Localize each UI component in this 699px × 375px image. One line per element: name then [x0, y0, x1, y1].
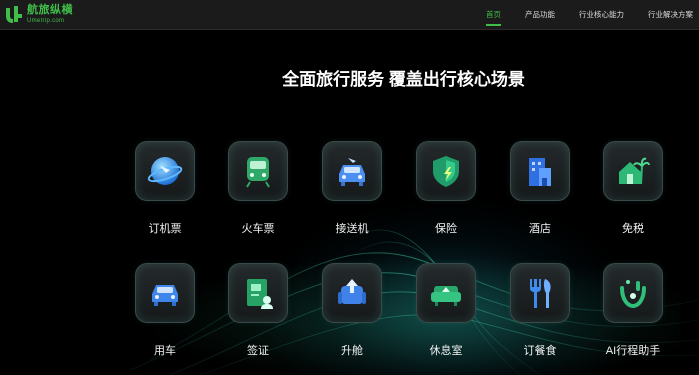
service-car-rental[interactable]: 用车 [134, 263, 196, 358]
service-hotel[interactable]: 酒店 [509, 141, 571, 236]
main-nav: 首页 产品功能 行业核心能力 行业解决方案 [462, 0, 693, 30]
service-icon-box [322, 263, 382, 323]
visa-document-icon [247, 279, 273, 309]
service-icon-box [416, 141, 476, 201]
service-label: 升舱 [341, 345, 363, 357]
service-label: 免税 [622, 223, 644, 235]
car-plane-icon [339, 158, 365, 186]
service-icon-box [228, 263, 288, 323]
service-label: 休息室 [429, 345, 463, 357]
service-icon-box [603, 141, 663, 201]
service-cabin-upgrade[interactable]: 升舱 [321, 263, 383, 358]
service-icon-box [135, 263, 195, 323]
service-ai-assistant[interactable]: AI行程助手 [602, 263, 664, 358]
lounge-sofa-icon [431, 286, 461, 306]
service-train-tickets[interactable]: 火车票 [227, 141, 289, 236]
service-lounge[interactable]: 休息室 [415, 263, 477, 358]
service-icon-box [510, 263, 570, 323]
ai-assistant-icon [620, 280, 646, 309]
nav-item-core-capabilities[interactable]: 行业核心能力 [579, 0, 624, 30]
service-label: 火车票 [241, 223, 275, 235]
seat-upgrade-icon [338, 279, 366, 304]
brand-name: 航旅纵横 [27, 3, 73, 16]
service-insurance[interactable]: 保险 [415, 141, 477, 236]
nav-item-product-features[interactable]: 产品功能 [525, 0, 555, 30]
service-icon-box [510, 141, 570, 201]
service-icon-box [135, 141, 195, 201]
hotel-building-icon [529, 158, 551, 186]
service-icon-box [603, 263, 663, 323]
palm-house-icon [619, 157, 650, 185]
globe-plane-icon [147, 157, 183, 185]
top-navbar: 航旅纵横 Umetrip.com 首页 产品功能 行业核心能力 行业解决方案 [0, 0, 699, 30]
service-flight-tickets[interactable]: 订机票 [134, 141, 196, 236]
logo-icon [6, 6, 22, 23]
brand-url: Umetrip.com [27, 17, 65, 24]
service-label: 签证 [247, 345, 269, 357]
service-airport-transfer[interactable]: 接送机 [321, 141, 383, 236]
service-meal-order[interactable]: 订餐食 [509, 263, 571, 358]
nav-item-home[interactable]: 首页 [486, 0, 501, 30]
fork-knife-icon [530, 279, 551, 308]
service-icon-box [322, 141, 382, 201]
service-label: 接送机 [335, 223, 369, 235]
page-headline: 全面旅行服务 覆盖出行核心场景 [282, 70, 525, 89]
shield-icon [433, 156, 459, 187]
service-label: 订机票 [148, 223, 182, 235]
service-icon-box [228, 141, 288, 201]
service-visa[interactable]: 签证 [227, 263, 289, 358]
service-label: 保险 [435, 223, 457, 235]
service-duty-free[interactable]: 免税 [602, 141, 664, 236]
service-label: 酒店 [529, 223, 551, 235]
service-label: AI行程助手 [605, 345, 661, 357]
car-icon [152, 285, 178, 306]
service-label: 订餐食 [523, 345, 557, 357]
nav-item-solutions[interactable]: 行业解决方案 [648, 0, 693, 30]
service-icon-box [416, 263, 476, 323]
brand-logo[interactable]: 航旅纵横 Umetrip.com [4, 4, 73, 24]
service-label: 用车 [154, 345, 176, 357]
train-icon [246, 157, 270, 188]
